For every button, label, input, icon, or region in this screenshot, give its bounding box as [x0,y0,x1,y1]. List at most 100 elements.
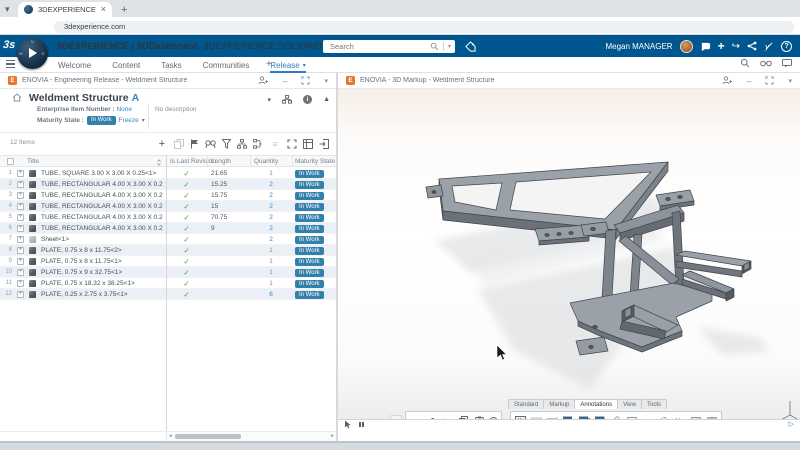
pause-icon[interactable] [359,422,364,427]
part-quantity[interactable]: 1 [250,258,292,265]
col-quantity[interactable]: Quantity [254,158,278,165]
expand-row-icon[interactable]: + [17,247,24,254]
table-row[interactable]: 3+TUBE, RECTANGULAR 4.00 X 3.00 X 0.25<6… [0,190,336,201]
search-icon[interactable] [430,42,439,51]
part-quantity[interactable]: 2 [250,214,292,221]
table-row[interactable]: 4+TUBE, RECTANGULAR 4.00 X 3.00 X 0.25<5… [0,201,336,212]
add-item-icon[interactable]: + [156,137,168,151]
item-structure-icon[interactable] [282,95,292,104]
table-row[interactable]: 1+TUBE, SQUARE 3.00 X 3.00 X 0.25<1>✓21.… [0,168,336,179]
part-quantity[interactable]: 2 [250,181,292,188]
browser-tab[interactable]: 3DEXPERIENCE × [18,2,112,17]
expand-row-icon[interactable]: + [17,269,24,276]
part-quantity[interactable]: 2 [250,192,292,199]
chat-icon[interactable] [782,59,792,68]
part-title[interactable]: TUBE, RECTANGULAR 4.00 X 3.00 X 0.25<4> [41,214,163,221]
markup-tab-view[interactable]: View [617,399,642,409]
collapse-up-icon[interactable]: ▲ [323,96,330,103]
widget-menu-chevron-icon[interactable]: ▾ [788,77,792,85]
flag-icon[interactable] [190,139,199,149]
table-row[interactable]: 9+PLATE, 0.75 x 8 x 11.75<1>✓1In Work [0,256,336,267]
part-title[interactable]: TUBE, SQUARE 3.00 X 3.00 X 0.25<1> [41,170,163,177]
table-view-icon[interactable] [303,139,313,149]
select-cursor-icon[interactable] [344,420,352,429]
chevron-down-icon[interactable]: ▾ [303,62,306,69]
part-title[interactable]: PLATE, 0.75 x 8 x 11.75<2> [41,247,163,254]
item-expand-chevron-icon[interactable]: ▾ [268,96,272,104]
nav-tab-welcome[interactable]: Welcome [58,57,91,73]
maximize-widget-icon[interactable] [301,76,310,85]
part-quantity[interactable]: 1 [250,269,292,276]
table-row[interactable]: 2 + TUBE, RECTANGULAR 4.00 X 3.00 X 0.25<7… [0,179,336,190]
search-scope-chevron-icon[interactable]: ▾ [448,43,451,50]
table-row[interactable]: 5+TUBE, RECTANGULAR 4.00 X 3.00 X 0.25<4… [0,212,336,223]
sort-icon[interactable] [156,159,162,166]
home-icon[interactable] [12,93,22,102]
select-all-checkbox[interactable] [7,158,14,165]
col-title[interactable]: Title [27,158,39,165]
expand-row-icon[interactable]: + [17,258,24,265]
global-search[interactable]: ▾ [323,40,455,53]
part-title[interactable]: TUBE, RECTANGULAR 4.00 X 3.00 X 0.25<5> [41,203,163,210]
nav-tab-release[interactable]: Release▾ [270,57,305,73]
expand-row-icon[interactable]: + [17,181,24,188]
search-input[interactable] [330,42,430,51]
info-icon[interactable]: i [303,95,312,104]
part-quantity[interactable]: 2 [250,236,292,243]
notifications-icon[interactable] [700,41,711,52]
enterprise-value[interactable]: None [116,106,132,113]
table-row[interactable]: 12+PLATE, 0.25 x 2.75 x 3.75<1>✓6In Work [0,289,336,300]
maturity-chevron-icon[interactable]: ▾ [142,117,145,124]
hamburger-menu-icon[interactable] [6,60,15,68]
part-title[interactable]: Sheet<1> [41,236,163,243]
part-title[interactable]: PLATE, 0.75 x 8 x 11.75<1> [41,258,163,265]
part-quantity[interactable]: 2 [250,203,292,210]
new-tab-button[interactable]: + [121,4,127,16]
tab-close-icon[interactable]: × [101,5,106,14]
scroll-right-icon[interactable]: ▸ [331,433,334,439]
3dexperience-compass[interactable]: N W E [17,38,48,69]
part-quantity[interactable]: 6 [250,291,292,298]
part-title[interactable]: TUBE, RECTANGULAR 4.00 X 3.00 X 0.25<10> [41,225,163,232]
col-maturity-state[interactable]: Maturity State [295,158,335,165]
swym-icon[interactable]: y [764,41,774,51]
share-icon[interactable]: ↪ [732,41,740,52]
scroll-left-icon[interactable]: ◂ [169,433,172,439]
scrollbar-thumb[interactable] [175,434,241,439]
maturity-next-action[interactable]: Freeze [119,117,139,124]
part-quantity[interactable]: 1 [250,170,292,177]
markup-tab-standard[interactable]: Standard [508,399,544,409]
minimize-widget-icon[interactable]: – [746,76,751,86]
immersive-view-icon[interactable] [760,59,772,68]
address-bar[interactable]: 3dexperience.com [54,21,794,33]
expand-row-icon[interactable]: + [17,291,24,298]
fullscreen-icon[interactable] [287,139,297,149]
share-nodes-icon[interactable] [747,41,757,51]
part-title[interactable]: TUBE, RECTANGULAR 4.00 X 3.00 X 0.25<7> [41,181,163,188]
expand-row-icon[interactable]: + [17,214,24,221]
part-quantity[interactable]: 2 [250,225,292,232]
part-quantity[interactable]: 1 [250,280,292,287]
share-widget-icon[interactable] [722,76,732,85]
3ds-logo[interactable]: 3s [2,39,17,53]
part-title[interactable]: PLATE, 0.25 x 2.75 x 3.75<1> [41,291,163,298]
expand-row-icon[interactable]: + [17,192,24,199]
part-title[interactable]: PLATE, 0.75 x 18.32 x 38.25<1> [41,280,163,287]
add-dashboard-tab-button[interactable]: + [266,59,272,70]
item-revision[interactable]: A [132,92,140,104]
find-icon[interactable] [205,139,216,149]
3d-viewport[interactable]: z x StandardMarkupAnnotationsViewTools ▴… [338,89,800,419]
play-icon[interactable]: ▷ [789,420,794,428]
expand-structure-icon[interactable] [237,139,247,149]
col-is-last-revision[interactable]: Is Last Revision [170,158,216,165]
part-title[interactable]: TUBE, RECTANGULAR 4.00 X 3.00 X 0.25<6> [41,192,163,199]
search-page-icon[interactable] [740,58,750,68]
share-widget-icon[interactable] [258,76,268,85]
table-row[interactable]: 8+PLATE, 0.75 x 8 x 11.75<2>✓1In Work [0,245,336,256]
export-icon[interactable] [319,139,329,149]
expand-row-icon[interactable]: + [17,236,24,243]
maximize-widget-icon[interactable] [765,76,774,85]
expand-row-icon[interactable]: + [17,203,24,210]
table-row[interactable]: 7+Sheet<1>✓2In Work [0,234,336,245]
scrollbar-track[interactable]: ◂ ▸ [166,432,336,441]
